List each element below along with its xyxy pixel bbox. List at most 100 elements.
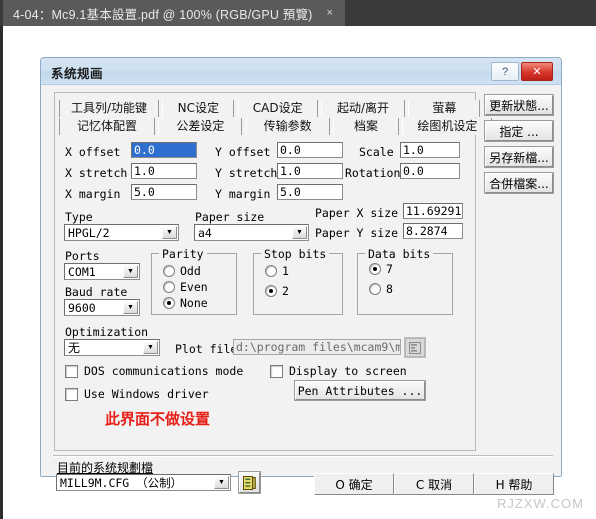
parity-option-odd-label: Odd [180,264,201,278]
tab-plotter-settings[interactable]: 绘图机设定 [402,118,493,135]
optimization-dropdown[interactable]: 无 ▼ [64,339,160,356]
help-button[interactable]: H 帮助 [474,473,554,495]
use-windows-driver-label: Use Windows driver [84,387,209,401]
parity-option-even[interactable]: Even [163,280,208,294]
baud-rate-dropdown[interactable]: 9600 ▼ [64,299,140,316]
paper-y-size-label: Paper Y size [315,226,399,240]
plot-file-input[interactable]: d:\program files\mcam9\mill\m [233,339,401,355]
tab-start-exit[interactable]: 起动/离开 [321,100,406,117]
data-bits-group-title: Data bits [365,247,434,261]
x-stretch-input[interactable]: 1.0 [131,163,197,179]
optimization-label: Optimization [65,325,149,339]
folder-icon[interactable] [405,338,425,357]
stop-bits-option-1-label: 1 [282,264,289,278]
close-icon[interactable]: × [323,7,337,20]
paper-x-size-input[interactable]: 11.69291 [403,203,463,219]
paper-size-dropdown[interactable]: a4 ▼ [194,224,309,241]
system-configuration-dialog: 系统规画 ? ✕ 工具列/功能键 NC设定 CAD设定 起动/离开 萤幕 记忆体… [40,57,562,495]
data-bits-option-8[interactable]: 8 [369,282,393,296]
tab-screen[interactable]: 萤幕 [408,100,481,117]
folder-glyph [409,341,421,354]
paper-y-size-input[interactable]: 8.2874 [403,223,463,239]
chevron-down-icon[interactable]: ▼ [162,226,177,239]
chevron-down-icon[interactable]: ▼ [292,226,307,239]
data-bits-option-7-label: 7 [386,262,393,276]
y-margin-label: Y margin [215,187,271,201]
save-as-new-button[interactable]: 另存新檔... [485,147,553,167]
baud-rate-label: Baud rate [65,285,128,299]
chevron-down-icon[interactable]: ▼ [214,476,229,489]
update-status-button[interactable]: 更新狀態... [485,95,553,115]
tab-row-primary: 工具列/功能键 NC设定 CAD设定 起动/离开 萤幕 [59,100,481,118]
paper-size-label: Paper size [195,210,265,224]
y-stretch-input[interactable]: 1.0 [277,163,343,179]
chevron-down-icon[interactable]: ▼ [123,301,138,314]
radio-icon [265,285,277,297]
merge-files-button[interactable]: 合併檔案... [485,173,553,193]
save-config-icon[interactable] [239,472,260,493]
app-topbar: 4-04：Mc9.1基本設置.pdf @ 100% (RGB/GPU 預覽) × [0,0,596,26]
y-offset-input[interactable]: 0.0 [277,142,343,158]
ports-dropdown[interactable]: COM1 ▼ [64,263,140,280]
parity-option-even-label: Even [180,280,208,294]
tab-tolerance[interactable]: 公差设定 [158,118,243,135]
assign-button[interactable]: 指定 ... [485,121,553,141]
dos-communications-checkbox[interactable]: DOS communications mode [65,364,243,378]
paper-size-dropdown-value: a4 [198,225,212,240]
x-offset-label: X offset [65,145,121,159]
tab-toolbar-functionkeys[interactable]: 工具列/功能键 [59,100,159,117]
tab-memory-allocation[interactable]: 记忆体配置 [59,118,155,135]
stop-bits-group-title: Stop bits [261,247,330,261]
tab-cad-settings[interactable]: CAD设定 [237,100,318,117]
current-config-dropdown[interactable]: MILL9M.CFG （公制） ▼ [56,474,231,491]
tab-files[interactable]: 档案 [333,118,400,135]
stop-bits-option-2[interactable]: 2 [265,284,289,298]
dialog-title: 系统规画 [51,66,104,81]
dos-communications-label: DOS communications mode [84,364,244,378]
x-offset-input[interactable]: 0.0 [131,142,197,158]
data-bits-group: Data bits 7 8 [357,247,453,315]
radio-icon [163,281,175,293]
scale-input[interactable]: 1.0 [400,142,460,158]
stop-bits-option-1[interactable]: 1 [265,264,289,278]
plot-file-label: Plot file [175,342,238,356]
document-tab[interactable]: 4-04：Mc9.1基本設置.pdf @ 100% (RGB/GPU 預覽) × [3,0,345,26]
type-dropdown-value: HPGL/2 [68,225,110,240]
ports-label: Ports [65,249,100,263]
chevron-down-icon[interactable]: ▼ [143,341,158,354]
checkbox-icon [270,364,283,378]
parity-option-odd[interactable]: Odd [163,264,201,278]
checkbox-icon [65,387,78,401]
rotation-input[interactable]: 0.0 [400,163,460,179]
rotation-label: Rotation [345,166,401,180]
ok-button[interactable]: O 确定 [314,473,394,495]
tab-nc-settings[interactable]: NC设定 [162,100,235,117]
baud-rate-dropdown-value: 9600 [68,300,96,315]
footer-divider [53,455,553,457]
parity-option-none[interactable]: None [163,296,208,310]
tab-transfer-params[interactable]: 传输参数 [245,118,330,135]
checkbox-icon [65,364,78,378]
dialog-titlebar[interactable]: 系统规画 ? ✕ [41,58,561,85]
use-windows-driver-checkbox[interactable]: Use Windows driver [65,387,209,401]
close-icon[interactable]: ✕ [521,62,553,81]
dialog-body: 工具列/功能键 NC设定 CAD设定 起动/离开 萤幕 记忆体配置 公差设定 传… [41,85,561,495]
y-stretch-label: Y stretch [215,166,278,180]
display-to-screen-checkbox[interactable]: Display to screen [270,364,407,378]
chevron-down-icon[interactable]: ▼ [123,265,138,278]
pen-attributes-button[interactable]: Pen Attributes ... [295,381,425,400]
data-bits-option-7[interactable]: 7 [369,262,393,276]
type-dropdown[interactable]: HPGL/2 ▼ [64,224,179,241]
current-config-value: MILL9M.CFG （公制） [60,475,183,490]
parity-group-title: Parity [159,247,207,261]
help-icon[interactable]: ? [491,62,519,81]
x-margin-input[interactable]: 5.0 [131,184,197,200]
settings-panel: 工具列/功能键 NC设定 CAD设定 起动/离开 萤幕 记忆体配置 公差设定 传… [54,92,493,451]
save-config-glyph [243,475,256,490]
cancel-button[interactable]: C 取消 [394,473,474,495]
data-bits-option-8-label: 8 [386,282,393,296]
x-stretch-label: X stretch [65,166,128,180]
radio-icon [163,265,175,277]
radio-icon [163,297,175,309]
y-margin-input[interactable]: 5.0 [277,184,343,200]
